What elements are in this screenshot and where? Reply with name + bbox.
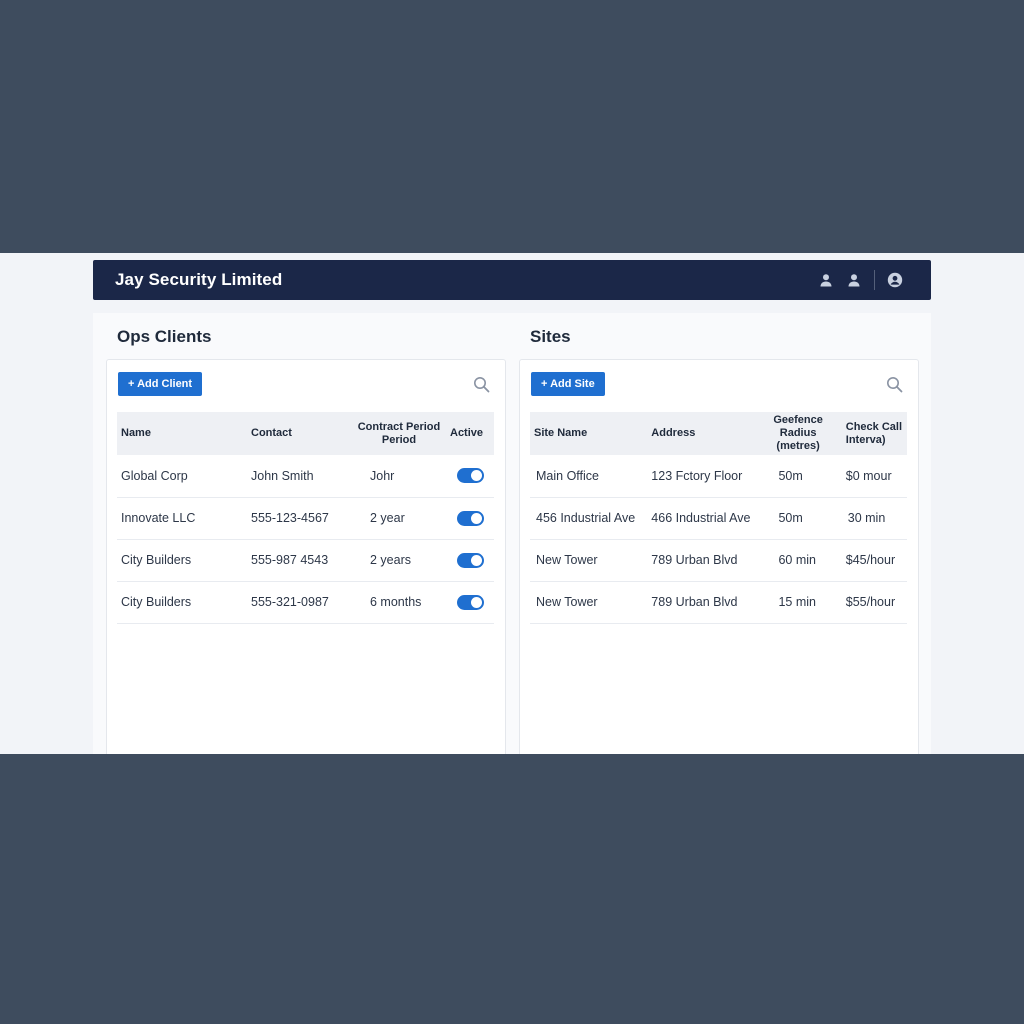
client-contract-period: 6 months [352,581,446,624]
table-row[interactable]: City Builders 555-987 4543 2 years [117,539,494,582]
client-name: City Builders [117,581,247,624]
app-title: Jay Security Limited [115,270,283,289]
site-geofence-radius: 60 min [754,539,842,582]
column-header-address[interactable]: Address [647,412,754,455]
sites-toolbar: + Add Site [520,360,918,410]
clients-card: + Add Client Name Contact Contract Perio… [106,359,506,754]
client-name: City Builders [117,539,247,582]
toggle-knob [470,596,482,608]
toggle-knob [470,554,482,566]
table-row[interactable]: 456 Industrial Ave 466 Industrial Ave 50… [530,497,907,540]
active-toggle[interactable] [456,594,484,610]
site-check-call-interval: $45/hour [841,539,907,582]
user-icon[interactable] [840,270,868,290]
table-row[interactable]: City Builders 555-321-0987 6 months [117,581,494,624]
search-icon[interactable] [884,374,904,394]
site-check-call-interval: $55/hour [841,581,907,624]
table-row[interactable]: New Tower 789 Urban Blvd 15 min $55/hour [530,581,907,624]
site-address: 789 Urban Blvd [647,539,755,582]
table-row[interactable]: Innovate LLC 555-123-4567 2 year [117,497,494,540]
sites-table: Site Name Address Geefence Radius (metre… [530,412,907,624]
client-name: Innovate LLC [117,497,247,540]
column-header-active[interactable]: Active [446,412,494,455]
active-toggle[interactable] [456,552,484,568]
table-header-row: Site Name Address Geefence Radius (metre… [530,412,907,455]
column-header-contract-period[interactable]: Contract Period Period [352,412,446,455]
app-header: Jay Security Limited [93,260,931,300]
active-toggle[interactable] [456,510,484,526]
client-contract-period: 2 years [352,539,446,582]
site-address: 123 Fctory Floor [647,455,755,498]
site-name: Main Office [530,455,648,498]
toggle-knob [470,512,482,524]
header-actions [812,270,909,290]
app-window: Jay Security Limited Ops Clients + Add C… [0,253,1024,754]
sites-title: Sites [530,327,571,346]
clients-toolbar: + Add Client [107,360,505,410]
search-icon[interactable] [471,374,491,394]
site-address: 466 Industrial Ave [647,497,755,540]
main-content: Ops Clients + Add Client Name Contact Co… [93,313,931,754]
column-header-check-call-interval[interactable]: Check Call Interva) [842,412,907,455]
toggle-knob [470,470,482,482]
client-contract-period: 2 year [352,497,446,540]
site-geofence-radius: 50m [754,455,842,498]
sites-card: + Add Site Site Name Address Geefence Ra… [519,359,919,754]
site-address: 789 Urban Blvd [647,581,755,624]
client-contact: 555-987 4543 [247,539,352,582]
account-circle-icon[interactable] [881,270,909,290]
site-name: New Tower [530,539,648,582]
clients-table: Name Contact Contract Period Period Acti… [117,412,494,624]
site-name: New Tower [530,581,648,624]
site-geofence-radius: 15 min [754,581,842,624]
column-header-name[interactable]: Name [117,412,247,455]
column-header-site-name[interactable]: Site Name [530,412,647,455]
add-client-button[interactable]: + Add Client [118,372,203,396]
table-header-row: Name Contact Contract Period Period Acti… [117,412,494,455]
site-name: 456 Industrial Ave [530,497,648,540]
site-check-call-interval: 30 min [841,497,907,540]
table-row[interactable]: Main Office 123 Fctory Floor 50m $0 mour [530,455,907,498]
add-site-button[interactable]: + Add Site [531,372,605,396]
column-header-contact[interactable]: Contact [247,412,352,455]
column-header-geofence-radius[interactable]: Geefence Radius (metres) [754,412,841,455]
client-contact: John Smith [247,455,352,498]
site-geofence-radius: 50m [754,497,842,540]
client-name: Global Corp [117,455,247,498]
user-icon[interactable] [812,270,840,290]
header-divider [874,270,875,290]
client-contact: 555-123-4567 [247,497,352,540]
site-check-call-interval: $0 mour [841,455,907,498]
table-row[interactable]: New Tower 789 Urban Blvd 60 min $45/hour [530,539,907,582]
client-contact: 555-321-0987 [247,581,352,624]
table-row[interactable]: Global Corp John Smith Johr [117,455,494,498]
client-contract-period: Johr [352,455,446,498]
active-toggle[interactable] [456,468,484,484]
clients-title: Ops Clients [117,327,212,346]
